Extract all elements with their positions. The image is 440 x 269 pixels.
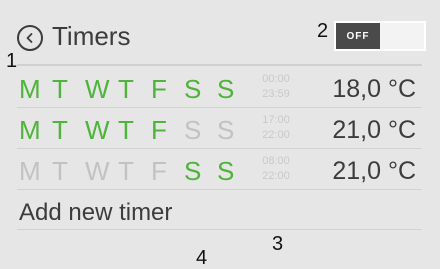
time-range: 08:00 22:00 <box>251 154 301 184</box>
day-tuesday: T <box>52 74 68 104</box>
day-wednesday: W <box>85 156 110 186</box>
day-saturday: S <box>184 115 202 145</box>
day-thursday: T <box>118 156 134 186</box>
day-saturday: S <box>184 156 202 186</box>
back-button[interactable] <box>17 25 43 51</box>
temperature-value: 21,0 °C <box>332 116 416 144</box>
day-friday: F <box>151 156 167 186</box>
day-sunday: S <box>217 156 235 186</box>
header: Timers OFF <box>0 0 440 68</box>
add-timer-button[interactable]: Add new timer <box>17 193 422 230</box>
timer-row[interactable]: M T W T F S S 08:00 22:00 21,0 °C <box>17 151 422 190</box>
day-monday: M <box>19 156 41 186</box>
day-monday: M <box>19 74 41 104</box>
toggle-state-label: OFF <box>336 23 380 49</box>
day-wednesday: W <box>85 74 110 104</box>
marker-3: 3 <box>272 233 284 255</box>
day-wednesday: W <box>85 115 110 145</box>
timers-toggle[interactable]: OFF <box>334 21 426 51</box>
day-tuesday: T <box>52 156 68 186</box>
add-timer-label: Add new timer <box>19 199 173 226</box>
day-friday: F <box>151 74 167 104</box>
end-time: 22:00 <box>262 170 290 182</box>
page-title: Timers <box>52 21 131 51</box>
day-sunday: S <box>217 115 235 145</box>
end-time: 23:59 <box>262 88 290 100</box>
marker-2: 2 <box>317 20 329 42</box>
timer-row[interactable]: M T W T F S S 17:00 22:00 21,0 °C <box>17 110 422 149</box>
chevron-left-icon <box>26 33 33 43</box>
day-thursday: T <box>118 115 134 145</box>
day-selector: M T W T F S S <box>19 111 250 149</box>
day-selector: M T W T F S S <box>19 152 250 190</box>
start-time: 08:00 <box>262 155 290 167</box>
day-selector: M T W T F S S <box>19 70 250 108</box>
day-sunday: S <box>217 74 235 104</box>
temperature-value: 21,0 °C <box>332 157 416 185</box>
header-divider <box>17 64 422 66</box>
day-thursday: T <box>118 74 134 104</box>
timer-row[interactable]: M T W T F S S 00:00 23:59 18,0 °C <box>17 69 422 108</box>
day-friday: F <box>151 115 167 145</box>
marker-1: 1 <box>6 50 18 72</box>
timers-screen: Timers OFF M T W T F S S 00:00 23:59 18,… <box>0 0 440 269</box>
day-saturday: S <box>184 74 202 104</box>
start-time: 17:00 <box>262 114 290 126</box>
day-monday: M <box>19 115 41 145</box>
temperature-value: 18,0 °C <box>332 75 416 103</box>
day-tuesday: T <box>52 115 68 145</box>
marker-4: 4 <box>196 247 208 269</box>
end-time: 22:00 <box>262 129 290 141</box>
toggle-track <box>380 23 424 49</box>
start-time: 00:00 <box>262 73 290 85</box>
time-range: 17:00 22:00 <box>251 113 301 143</box>
time-range: 00:00 23:59 <box>251 72 301 102</box>
